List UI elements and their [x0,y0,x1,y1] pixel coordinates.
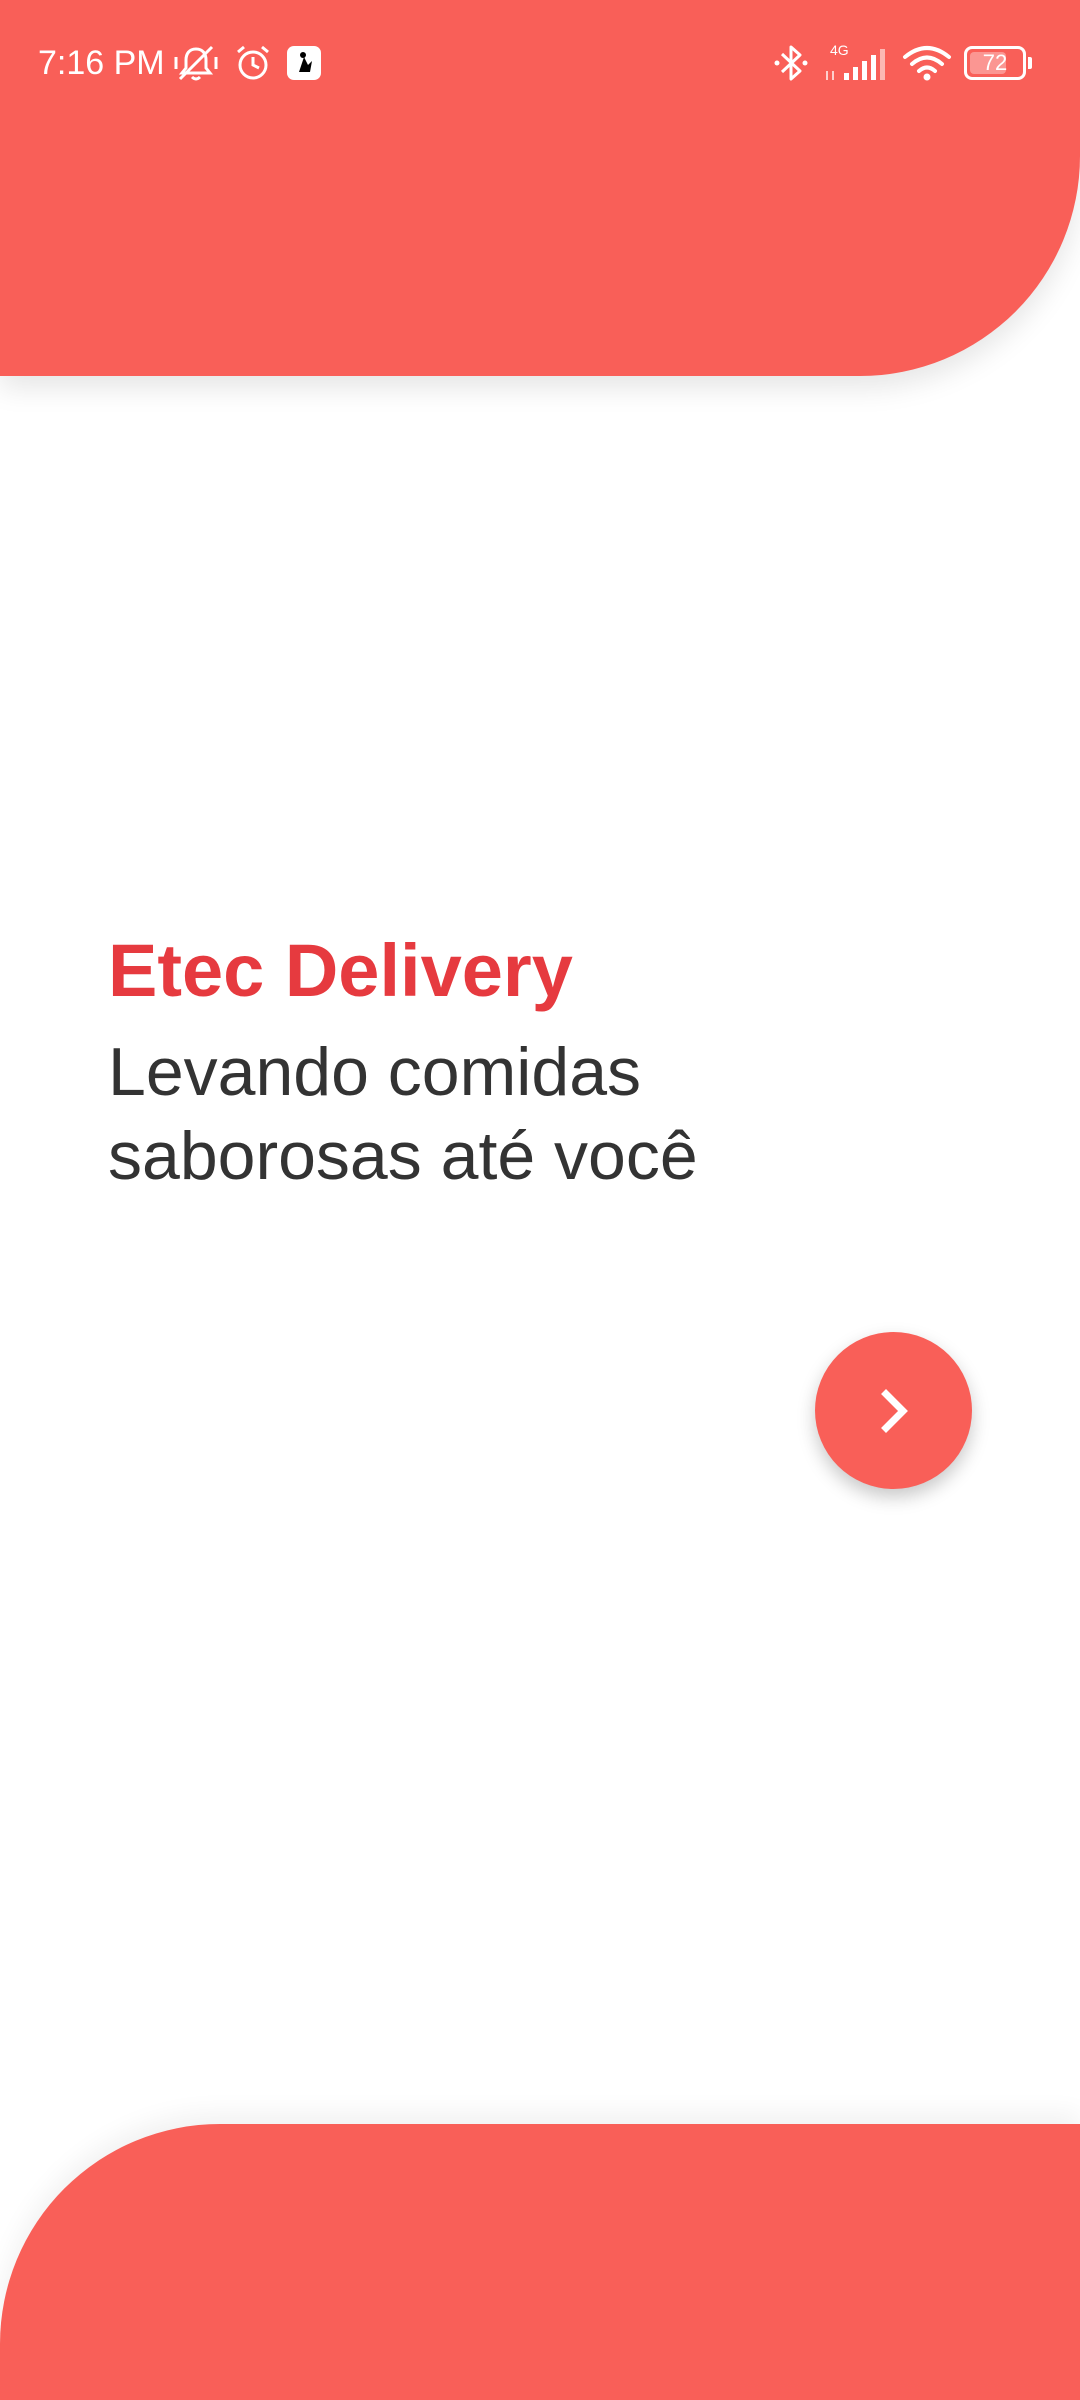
status-time: 7:16 PM [38,44,165,82]
bluetooth-icon [772,40,810,86]
tagline-line-2: saborosas até você [108,1118,698,1194]
status-bar: 7:16 PM 4G 72 [0,0,1080,130]
battery-icon: 72 [964,46,1032,80]
next-button[interactable] [815,1332,972,1489]
chevron-right-icon [880,1388,908,1433]
wifi-icon [902,40,952,86]
onboarding-screen: 7:16 PM 4G 72 Etec Delivery Levando comi… [0,0,1080,2400]
network-type-label: 4G [830,42,849,58]
bottom-decorative-panel [0,2124,1080,2400]
tagline-line-1: Levando comidas [108,1034,642,1110]
app-notification-icon [284,40,324,86]
battery-tip [1028,57,1032,69]
mute-icon [172,40,220,86]
signal-icon: 4G [822,40,892,86]
brand-title: Etec Delivery [108,929,573,1012]
alarm-icon [232,40,274,86]
battery-level: 72 [982,50,1008,75]
tagline: Levando comidas saborosas até você [108,1030,868,1198]
battery-body: 72 [964,46,1026,80]
